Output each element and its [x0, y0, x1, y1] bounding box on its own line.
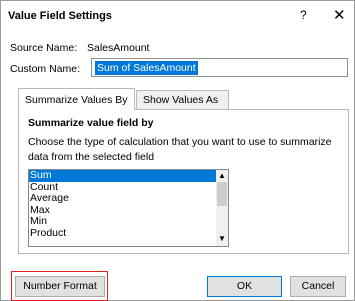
value-field-settings-dialog: Value Field Settings ? ✕ Source Name: Sa…: [0, 0, 355, 301]
ok-button[interactable]: OK: [207, 276, 282, 297]
summarize-panel: Summarize value field by Choose the type…: [18, 109, 349, 254]
number-format-button[interactable]: Number Format: [15, 276, 105, 297]
help-button[interactable]: ?: [300, 8, 307, 22]
scroll-thumb[interactable]: [217, 182, 227, 206]
scroll-up-icon[interactable]: ▲: [218, 171, 226, 180]
close-icon[interactable]: ✕: [333, 6, 346, 24]
scroll-down-icon[interactable]: ▼: [218, 234, 226, 243]
custom-name-label: Custom Name:: [10, 63, 81, 75]
list-item[interactable]: Product: [29, 227, 217, 240]
calculation-listbox[interactable]: Sum Count Average Max Min Product ▲ ▼: [28, 169, 229, 247]
tab-show-values-as[interactable]: Show Values As: [136, 90, 229, 109]
list-item[interactable]: Sum: [29, 170, 217, 182]
custom-name-input[interactable]: Sum of SalesAmount: [91, 58, 348, 77]
summarize-heading: Summarize value field by: [28, 117, 154, 129]
tab-summarize-values-by[interactable]: Summarize Values By: [18, 88, 135, 110]
vertical-scrollbar[interactable]: ▲ ▼: [216, 170, 228, 246]
summarize-description: Choose the type of calculation that you …: [28, 136, 332, 163]
list-item[interactable]: Average: [29, 192, 217, 205]
list-item[interactable]: Min: [29, 215, 217, 228]
dialog-title: Value Field Settings: [8, 10, 112, 22]
custom-name-value: Sum of SalesAmount: [95, 61, 198, 75]
cancel-button[interactable]: Cancel: [290, 276, 346, 297]
source-name-label: Source Name:: [10, 42, 78, 54]
list-item[interactable]: Max: [29, 204, 217, 217]
source-name-value: SalesAmount: [87, 42, 150, 54]
